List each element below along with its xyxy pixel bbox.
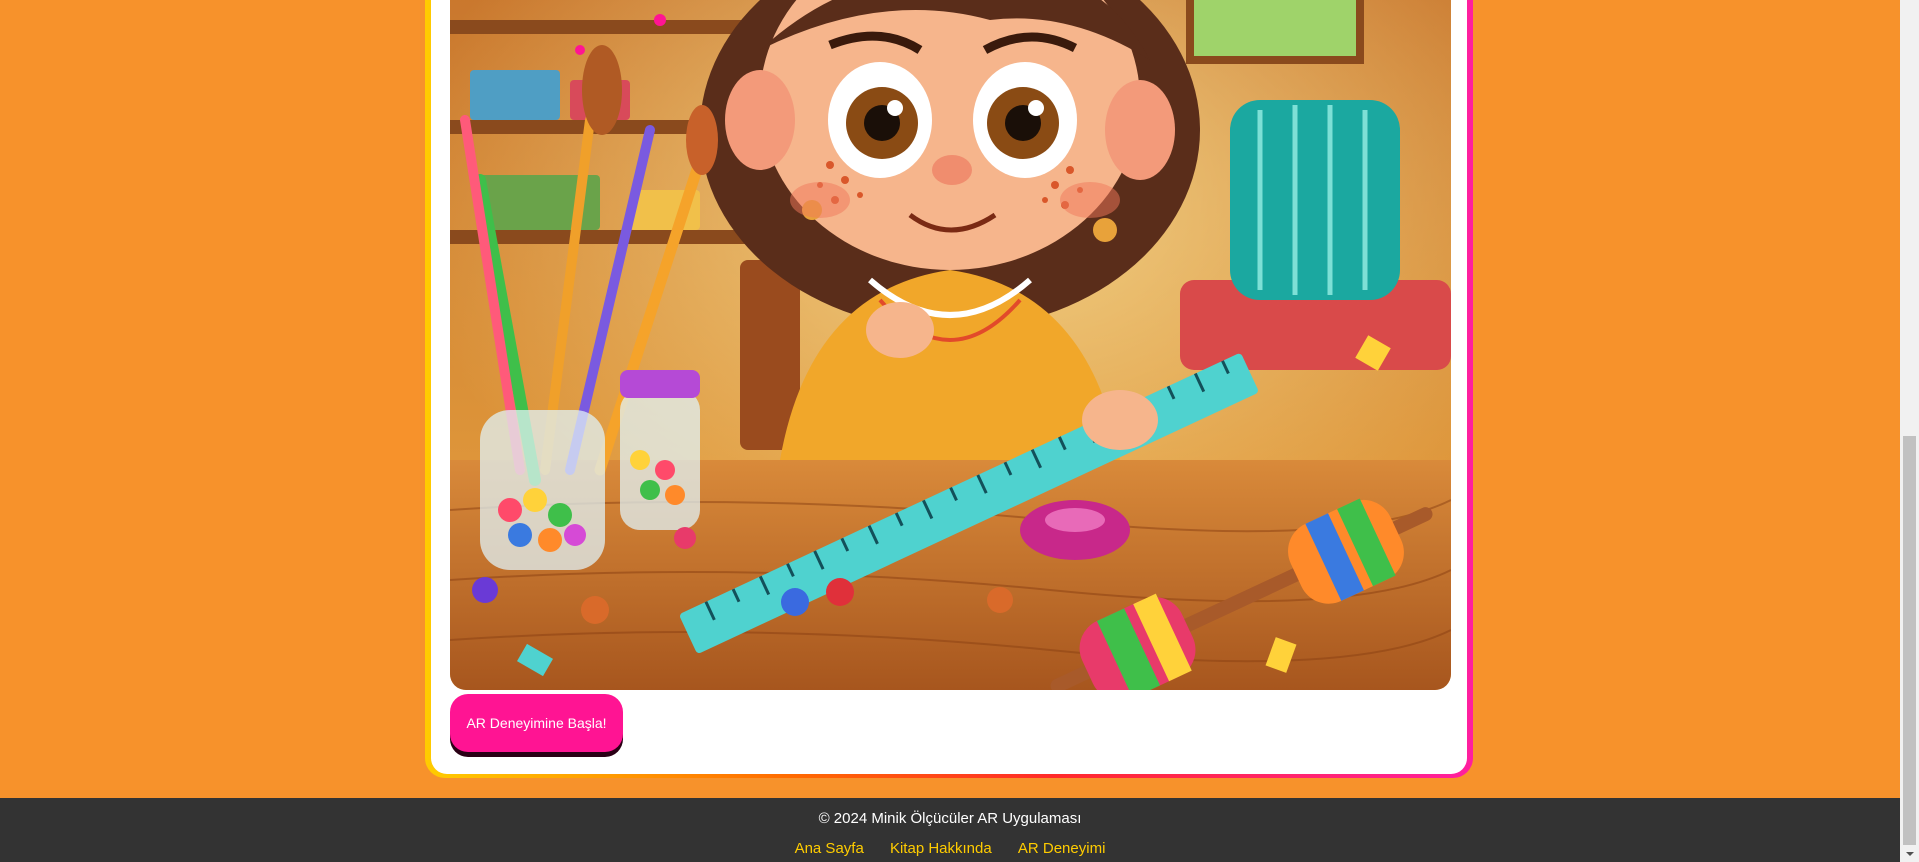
scrollbar-thumb[interactable] — [1903, 436, 1916, 845]
start-ar-button[interactable]: AR Deneyimine Başla! — [450, 694, 623, 752]
story-illustration — [450, 0, 1451, 690]
footer-link-home[interactable]: Ana Sayfa — [795, 840, 864, 857]
footer-nav: Ana Sayfa Kitap Hakkında AR Deneyimi — [0, 840, 1900, 857]
footer-link-about-book[interactable]: Kitap Hakkında — [890, 840, 992, 857]
footer-copyright: © 2024 Minik Ölçücüler AR Uygulaması — [818, 810, 1082, 827]
footer-link-ar-experience[interactable]: AR Deneyimi — [1018, 840, 1106, 857]
chevron-down-icon[interactable] — [1900, 846, 1919, 862]
